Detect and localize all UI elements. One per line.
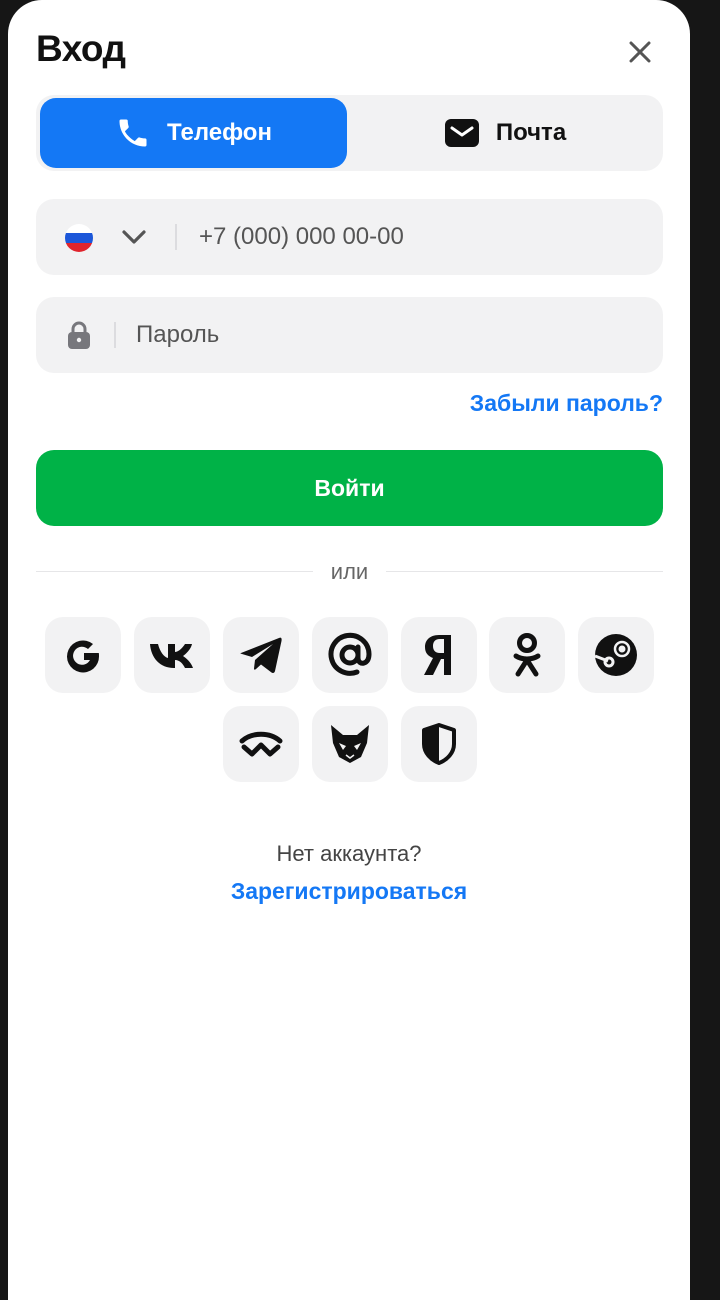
tab-email-label: Почта xyxy=(495,119,567,146)
login-sheet: Вход Телефон Почта +7 (000) 000 00-00 За… xyxy=(8,0,690,1300)
mail-icon xyxy=(444,119,479,147)
tab-phone[interactable]: Телефон xyxy=(40,98,347,168)
walletconnect-login-button[interactable] xyxy=(223,706,299,782)
odnoklassniki-login-button[interactable] xyxy=(489,617,565,693)
steam-icon xyxy=(594,634,637,676)
telegram-icon xyxy=(240,637,282,673)
vk-icon xyxy=(150,644,193,668)
lock-icon xyxy=(68,321,90,349)
yandex-login-button[interactable] xyxy=(401,617,477,693)
auth-method-tabs: Телефон Почта xyxy=(36,95,663,171)
chevron-down-icon[interactable] xyxy=(120,223,148,251)
close-icon xyxy=(629,41,651,63)
register-link[interactable]: Зарегистрироваться xyxy=(8,878,690,905)
yandex-icon xyxy=(424,635,451,675)
password-input[interactable] xyxy=(136,297,636,373)
phone-input[interactable] xyxy=(199,199,639,275)
telegram-login-button[interactable] xyxy=(223,617,299,693)
close-button[interactable] xyxy=(622,34,658,70)
mailru-login-button[interactable] xyxy=(312,617,388,693)
mailru-icon xyxy=(328,632,372,676)
walletconnect-icon xyxy=(239,731,283,757)
google-icon xyxy=(67,640,100,673)
phone-icon xyxy=(119,119,147,147)
tab-phone-label: Телефон xyxy=(167,119,272,146)
separator-text: или xyxy=(330,559,369,584)
phone-field xyxy=(36,199,663,275)
steam-login-button[interactable] xyxy=(578,617,654,693)
forgot-password-link[interactable]: Забыли пароль? xyxy=(470,390,663,417)
no-account-text: Нет аккаунта? xyxy=(276,841,422,866)
field-divider xyxy=(175,224,177,250)
russia-flag-icon xyxy=(65,224,93,252)
odnoklassniki-icon xyxy=(513,633,541,677)
tab-email[interactable]: Почта xyxy=(351,98,659,168)
field-divider xyxy=(114,322,116,348)
page-title: Вход xyxy=(36,28,126,69)
or-separator: или xyxy=(36,559,663,585)
google-login-button[interactable] xyxy=(45,617,121,693)
login-button[interactable]: Войти xyxy=(36,450,663,526)
shield-login-button[interactable] xyxy=(401,706,477,782)
metamask-icon xyxy=(331,725,369,763)
metamask-login-button[interactable] xyxy=(312,706,388,782)
vk-login-button[interactable] xyxy=(134,617,210,693)
password-field xyxy=(36,297,663,373)
shield-icon xyxy=(422,723,456,765)
